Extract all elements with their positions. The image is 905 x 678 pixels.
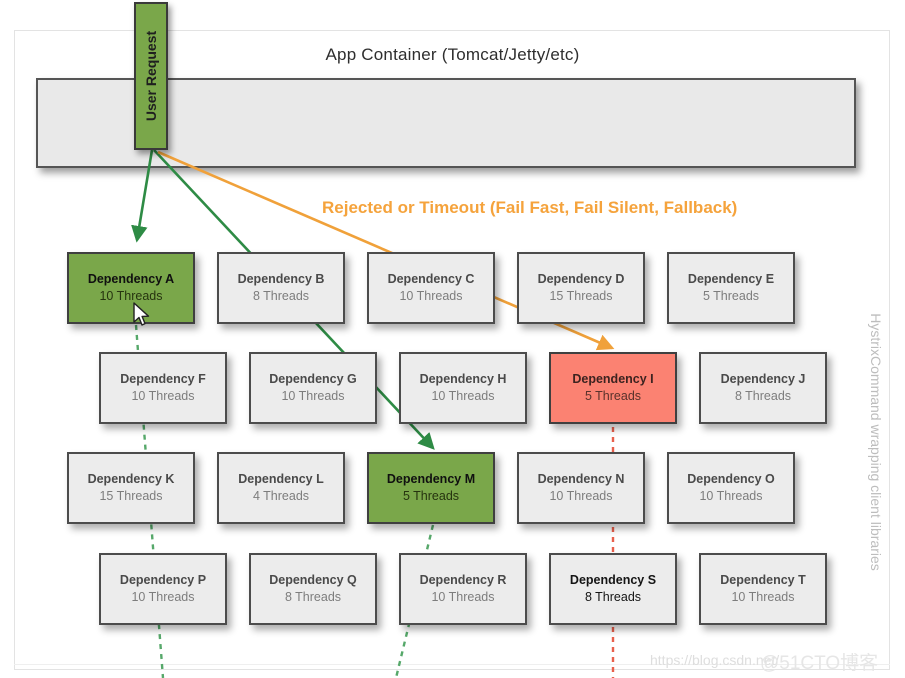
mouse-cursor-icon xyxy=(133,302,150,326)
user-request-label: User Request xyxy=(143,30,159,122)
dependency-name: Dependency Q xyxy=(269,573,357,588)
watermark-brand: @51CTO博客 xyxy=(760,653,879,674)
diagram-canvas: App Container (Tomcat/Jetty/etc) User Re… xyxy=(0,0,905,678)
dependency-box-o[interactable]: Dependency O 10 Threads xyxy=(667,452,795,524)
dependency-name: Dependency H xyxy=(419,372,507,387)
dependency-thread-count: 10 Threads xyxy=(281,388,345,403)
dependency-name: Dependency B xyxy=(237,272,325,287)
dependency-name: Dependency M xyxy=(386,472,476,487)
dependency-thread-count: 15 Threads xyxy=(549,288,613,303)
dependency-box-h[interactable]: Dependency H 10 Threads xyxy=(399,352,527,424)
dependency-box-i[interactable]: Dependency I5 Threads xyxy=(549,352,677,424)
dependency-box-k[interactable]: Dependency K 15 Threads xyxy=(67,452,195,524)
dependency-box-s[interactable]: Dependency S8 Threads xyxy=(549,553,677,625)
dependency-box-e[interactable]: Dependency E5 Threads xyxy=(667,252,795,324)
dependency-name: Dependency F xyxy=(120,372,206,387)
dependency-thread-count: 10 Threads xyxy=(699,488,763,503)
user-request-bar: User Request xyxy=(134,2,168,150)
hystrix-command-caption: HystrixCommand wrapping client libraries xyxy=(865,262,887,622)
dependency-box-g[interactable]: Dependency G 10 Threads xyxy=(249,352,377,424)
rejected-or-timeout-label: Rejected or Timeout (Fail Fast, Fail Sil… xyxy=(322,198,738,217)
dependency-thread-count: 5 Threads xyxy=(702,288,760,303)
dependency-box-f[interactable]: Dependency F 10 Threads xyxy=(99,352,227,424)
dependency-thread-count: 10 Threads xyxy=(431,589,495,604)
dependency-thread-count: 8 Threads xyxy=(584,589,642,604)
dependency-box-t[interactable]: Dependency T 10 Threads xyxy=(699,553,827,625)
dependency-thread-count: 5 Threads xyxy=(584,388,642,403)
dependency-thread-count: 8 Threads xyxy=(284,589,342,604)
dependency-name: Dependency G xyxy=(269,372,357,387)
dependency-thread-count: 5 Threads xyxy=(402,488,460,503)
dependency-box-c[interactable]: Dependency C 10 Threads xyxy=(367,252,495,324)
dependency-name: Dependency O xyxy=(687,472,775,487)
dependency-name: Dependency L xyxy=(238,472,324,487)
dependency-thread-count: 10 Threads xyxy=(131,388,195,403)
dependency-name: Dependency J xyxy=(720,372,806,387)
dependency-box-m[interactable]: Dependency M5 Threads xyxy=(367,452,495,524)
dependency-thread-count: 15 Threads xyxy=(99,488,163,503)
dependency-thread-count: 10 Threads xyxy=(731,589,795,604)
dependency-box-l[interactable]: Dependency L4 Threads xyxy=(217,452,345,524)
dependency-box-n[interactable]: Dependency N 10 Threads xyxy=(517,452,645,524)
dependency-name: Dependency C xyxy=(387,272,475,287)
dependency-thread-count: 8 Threads xyxy=(252,288,310,303)
dependency-name: Dependency N xyxy=(537,472,625,487)
dependency-thread-count: 10 Threads xyxy=(431,388,495,403)
dependency-box-p[interactable]: Dependency P 10 Threads xyxy=(99,553,227,625)
dependency-name: Dependency I xyxy=(572,372,654,387)
dependency-name: Dependency T xyxy=(720,573,806,588)
dependency-thread-count: 10 Threads xyxy=(549,488,613,503)
dependency-box-b[interactable]: Dependency B8 Threads xyxy=(217,252,345,324)
dependency-name: Dependency R xyxy=(419,573,507,588)
dependency-thread-count: 4 Threads xyxy=(252,488,310,503)
dependency-box-a[interactable]: Dependency A 10 Threads xyxy=(67,252,195,324)
dependency-thread-count: 8 Threads xyxy=(734,388,792,403)
dependency-name: Dependency P xyxy=(119,573,207,588)
dependency-box-r[interactable]: Dependency R 10 Threads xyxy=(399,553,527,625)
dependency-box-d[interactable]: Dependency D 15 Threads xyxy=(517,252,645,324)
dependency-name: Dependency S xyxy=(569,573,657,588)
dependency-thread-count: 10 Threads xyxy=(99,288,163,303)
dependency-name: Dependency D xyxy=(537,272,625,287)
dependency-thread-count: 10 Threads xyxy=(131,589,195,604)
hystrix-command-caption-text: HystrixCommand wrapping client libraries xyxy=(868,313,884,571)
dependency-box-q[interactable]: Dependency Q8 Threads xyxy=(249,553,377,625)
dependency-name: Dependency A xyxy=(87,272,175,287)
dependency-name: Dependency K xyxy=(87,472,175,487)
dependency-thread-count: 10 Threads xyxy=(399,288,463,303)
dependency-name: Dependency E xyxy=(687,272,775,287)
dependency-box-j[interactable]: Dependency J8 Threads xyxy=(699,352,827,424)
